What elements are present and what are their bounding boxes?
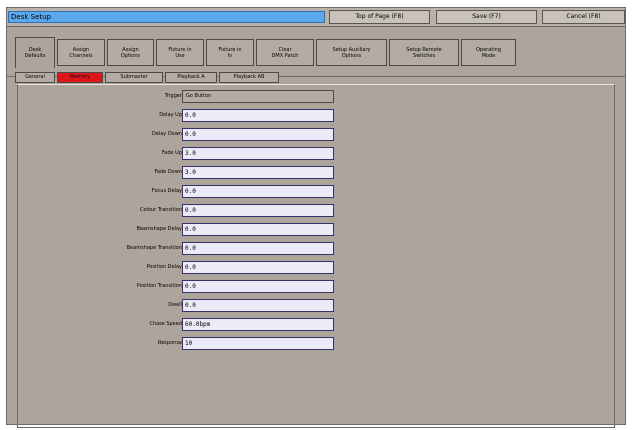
- form-row-trigger: Trigger Go Button: [18, 90, 348, 103]
- form-row: Fade Down 3.0: [18, 166, 348, 179]
- subtab-memory[interactable]: Memory: [57, 72, 103, 83]
- field-label: Beamshape Transition: [126, 245, 182, 251]
- field-label: Beamshape Delay: [136, 226, 182, 232]
- tab-setup-auxiliary-options[interactable]: Setup Auxiliary Options: [316, 39, 387, 66]
- cancel-button[interactable]: Cancel (F8): [542, 10, 625, 24]
- chase-speed-field[interactable]: 60.0bpm: [182, 318, 334, 331]
- field-label: Response: [157, 340, 182, 346]
- window-title: Desk Setup: [8, 11, 325, 23]
- beamshape-transition-field[interactable]: 0.0: [182, 242, 334, 255]
- form-row: Beamshape Delay 0.0: [18, 223, 348, 236]
- tab-clear-dmx-patch[interactable]: Clear DMX Patch: [256, 39, 314, 66]
- field-label: Fade Down: [154, 169, 183, 175]
- colour-transition-field[interactable]: 0.0: [182, 204, 334, 217]
- title-bar: Desk Setup Top of Page (F8) Save (F7) Ca…: [7, 8, 625, 27]
- tab-desk-defaults[interactable]: Desk Defaults: [15, 37, 55, 68]
- form-row: Beamshape Transition 0.0: [18, 242, 348, 255]
- form-row: Delay Down 0.0: [18, 128, 348, 141]
- sub-tab-bar: General Memory Submaster Playback A Play…: [15, 70, 627, 84]
- tab-fixture-in[interactable]: Fixture in In: [206, 39, 254, 66]
- field-label: Colour Transition: [140, 207, 182, 213]
- focus-delay-field[interactable]: 0.0: [182, 185, 334, 198]
- tab-operating-mode[interactable]: Operating Mode: [461, 39, 516, 66]
- position-delay-field[interactable]: 0.0: [182, 261, 334, 274]
- form-row: Position Transition 0.0: [18, 280, 348, 293]
- field-label: Dwell: [168, 302, 182, 308]
- memory-settings-panel: Trigger Go Button Delay Up 0.0 Delay Dow…: [17, 84, 615, 428]
- tab-assign-options[interactable]: Assign Options: [107, 39, 154, 66]
- form-row: Delay Up 0.0: [18, 109, 348, 122]
- tab-fixture-in-use[interactable]: Fixture in Use: [156, 39, 204, 66]
- fade-up-field[interactable]: 3.0: [182, 147, 334, 160]
- form-row: Colour Transition 0.0: [18, 204, 348, 217]
- beamshape-delay-field[interactable]: 0.0: [182, 223, 334, 236]
- save-button[interactable]: Save (F7): [436, 10, 537, 24]
- delay-up-field[interactable]: 0.0: [182, 109, 334, 122]
- form-row: Chase Speed 60.0bpm: [18, 318, 348, 331]
- form-row: Position Delay 0.0: [18, 261, 348, 274]
- top-of-page-button[interactable]: Top of Page (F8): [329, 10, 430, 24]
- response-field[interactable]: 10: [182, 337, 334, 350]
- field-label: Position Delay: [146, 264, 182, 270]
- tab-setup-remote-switches[interactable]: Setup Remote Switches: [389, 39, 459, 66]
- subtab-general[interactable]: General: [15, 72, 55, 83]
- field-label: Trigger: [164, 93, 182, 99]
- form-row: Dwell 0.0: [18, 299, 348, 312]
- form-row: Focus Delay 0.0: [18, 185, 348, 198]
- dwell-field[interactable]: 0.0: [182, 299, 334, 312]
- desk-setup-window: Desk Setup Top of Page (F8) Save (F7) Ca…: [6, 7, 627, 428]
- trigger-select[interactable]: Go Button: [182, 90, 334, 103]
- position-transition-field[interactable]: 0.0: [182, 280, 334, 293]
- form-row: Response 10: [18, 337, 348, 350]
- field-label: Chase Speed: [149, 321, 182, 327]
- field-label: Delay Up: [159, 112, 182, 118]
- tab-assign-channels[interactable]: Assign Channels: [57, 39, 105, 66]
- field-label: Position Transition: [136, 283, 182, 289]
- form-row: Fade Up 3.0: [18, 147, 348, 160]
- delay-down-field[interactable]: 0.0: [182, 128, 334, 141]
- subtab-submaster[interactable]: Submaster: [105, 72, 163, 83]
- field-label: Delay Down: [151, 131, 182, 137]
- fade-down-field[interactable]: 3.0: [182, 166, 334, 179]
- subtab-playback-ab[interactable]: Playback AB: [219, 72, 279, 83]
- subtab-playback-a[interactable]: Playback A: [165, 72, 217, 83]
- field-label: Focus Delay: [151, 188, 182, 194]
- field-label: Fade Up: [161, 150, 182, 156]
